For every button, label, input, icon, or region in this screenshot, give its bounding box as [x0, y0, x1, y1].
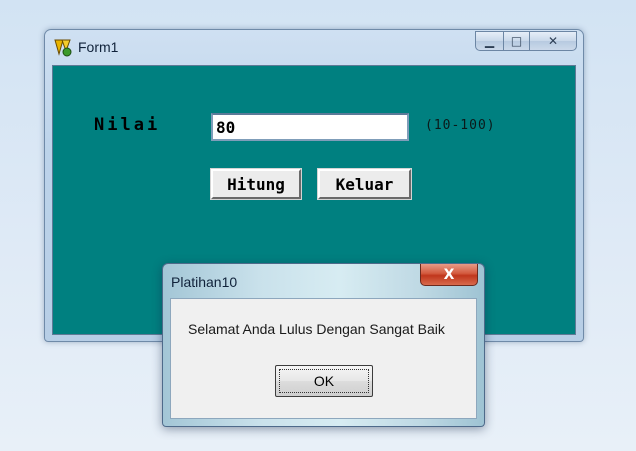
- close-button[interactable]: ✕: [529, 31, 577, 51]
- dialog-title: Platihan10: [171, 274, 238, 290]
- minimize-button[interactable]: ▁: [475, 31, 503, 51]
- main-window-title: Form1: [78, 39, 119, 55]
- dialog-close-button[interactable]: X: [420, 264, 478, 286]
- hitung-button[interactable]: Hitung: [210, 168, 302, 200]
- nilai-label: Nilai: [94, 115, 161, 135]
- dialog-message: Selamat Anda Lulus Dengan Sangat Baik: [188, 321, 445, 337]
- maximize-icon: □: [510, 34, 523, 48]
- delphi-app-icon[interactable]: [53, 37, 75, 57]
- main-window-titlebar[interactable]: Form1 ▁ □ ✕: [45, 30, 583, 64]
- maximize-button[interactable]: □: [503, 31, 529, 51]
- close-icon: X: [443, 266, 455, 283]
- minimize-icon: ▁: [484, 34, 495, 48]
- ok-label: OK: [313, 373, 335, 389]
- nilai-input[interactable]: [211, 113, 409, 141]
- message-dialog: Platihan10 X Selamat Anda Lulus Dengan S…: [162, 263, 485, 427]
- keluar-button[interactable]: Keluar: [317, 168, 412, 200]
- ok-button[interactable]: OK: [275, 365, 373, 397]
- caption-buttons: ▁ □ ✕: [475, 31, 577, 53]
- dialog-body: Selamat Anda Lulus Dengan Sangat Baik OK: [170, 298, 477, 419]
- close-icon: ✕: [547, 34, 559, 48]
- range-label: (10-100): [425, 118, 496, 133]
